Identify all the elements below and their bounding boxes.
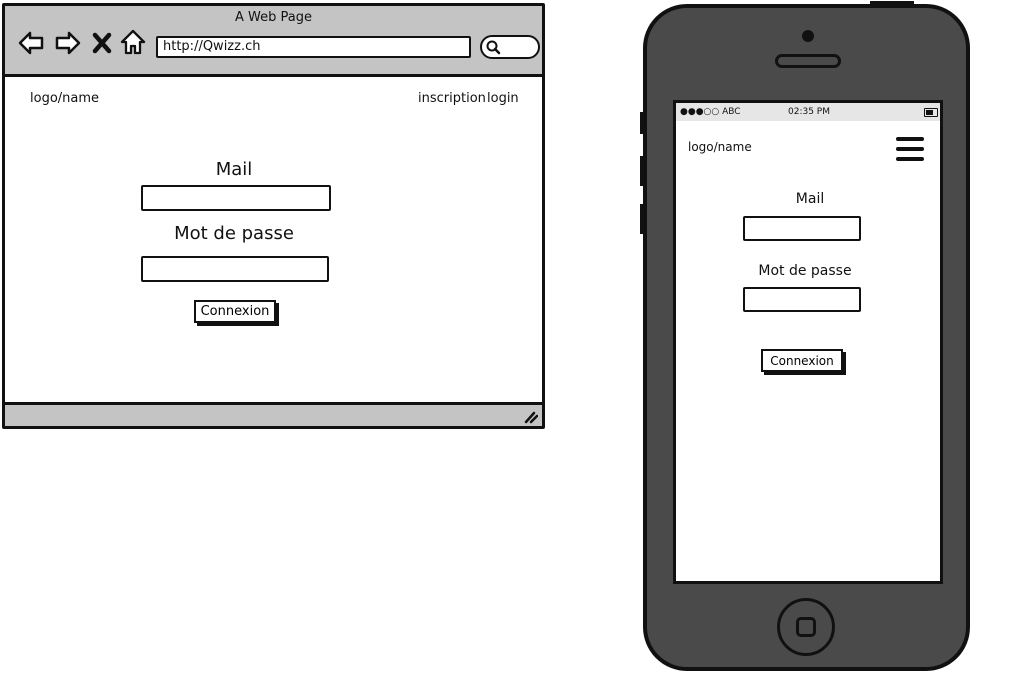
- browser-statusbar: [5, 402, 542, 426]
- phone-device: ●●●○○ ABC 02:35 PM logo/name Mail Mot de…: [643, 4, 970, 671]
- logo: logo/name: [30, 91, 100, 106]
- browser-toolbar: A Web Page http://Qwizz.ch: [5, 6, 542, 77]
- mail-label: Mail: [215, 159, 253, 180]
- home-square-icon: [796, 617, 816, 637]
- connexion-button[interactable]: Connexion: [194, 300, 276, 323]
- back-icon[interactable]: [17, 29, 45, 57]
- resize-grip-icon[interactable]: [522, 408, 539, 424]
- search-box[interactable]: [480, 35, 540, 59]
- mail-field[interactable]: [141, 185, 331, 211]
- address-bar[interactable]: http://Qwizz.ch: [156, 36, 471, 58]
- forward-icon[interactable]: [54, 29, 82, 57]
- battery-icon: [924, 108, 938, 117]
- phone-password-label: Mot de passe: [758, 263, 852, 279]
- window-title: A Web Page: [235, 10, 312, 25]
- password-label: Mot de passe: [174, 223, 294, 244]
- phone-password-field[interactable]: [743, 287, 861, 312]
- nav-link-login[interactable]: login: [487, 91, 519, 106]
- home-button[interactable]: [777, 598, 835, 656]
- close-icon[interactable]: [91, 29, 113, 57]
- phone-status-bar: ●●●○○ ABC 02:35 PM: [676, 103, 940, 121]
- phone-mail-field[interactable]: [743, 216, 861, 241]
- hamburger-menu-icon[interactable]: [896, 137, 924, 167]
- speaker-grille: [775, 54, 841, 68]
- carrier-signal: ●●●○○ ABC: [680, 107, 741, 117]
- search-icon: [486, 40, 501, 55]
- phone-connexion-button[interactable]: Connexion: [761, 349, 843, 372]
- status-time: 02:35 PM: [788, 107, 830, 117]
- nav-link-inscription[interactable]: inscription: [418, 91, 486, 106]
- phone-screen: ●●●○○ ABC 02:35 PM logo/name Mail Mot de…: [673, 100, 943, 584]
- camera-icon: [802, 30, 814, 42]
- browser-window: A Web Page http://Qwizz.ch logo/name ins…: [2, 3, 545, 429]
- phone-mail-label: Mail: [795, 191, 825, 207]
- password-field[interactable]: [141, 256, 329, 282]
- home-icon[interactable]: [119, 28, 147, 56]
- phone-logo: logo/name: [688, 140, 752, 154]
